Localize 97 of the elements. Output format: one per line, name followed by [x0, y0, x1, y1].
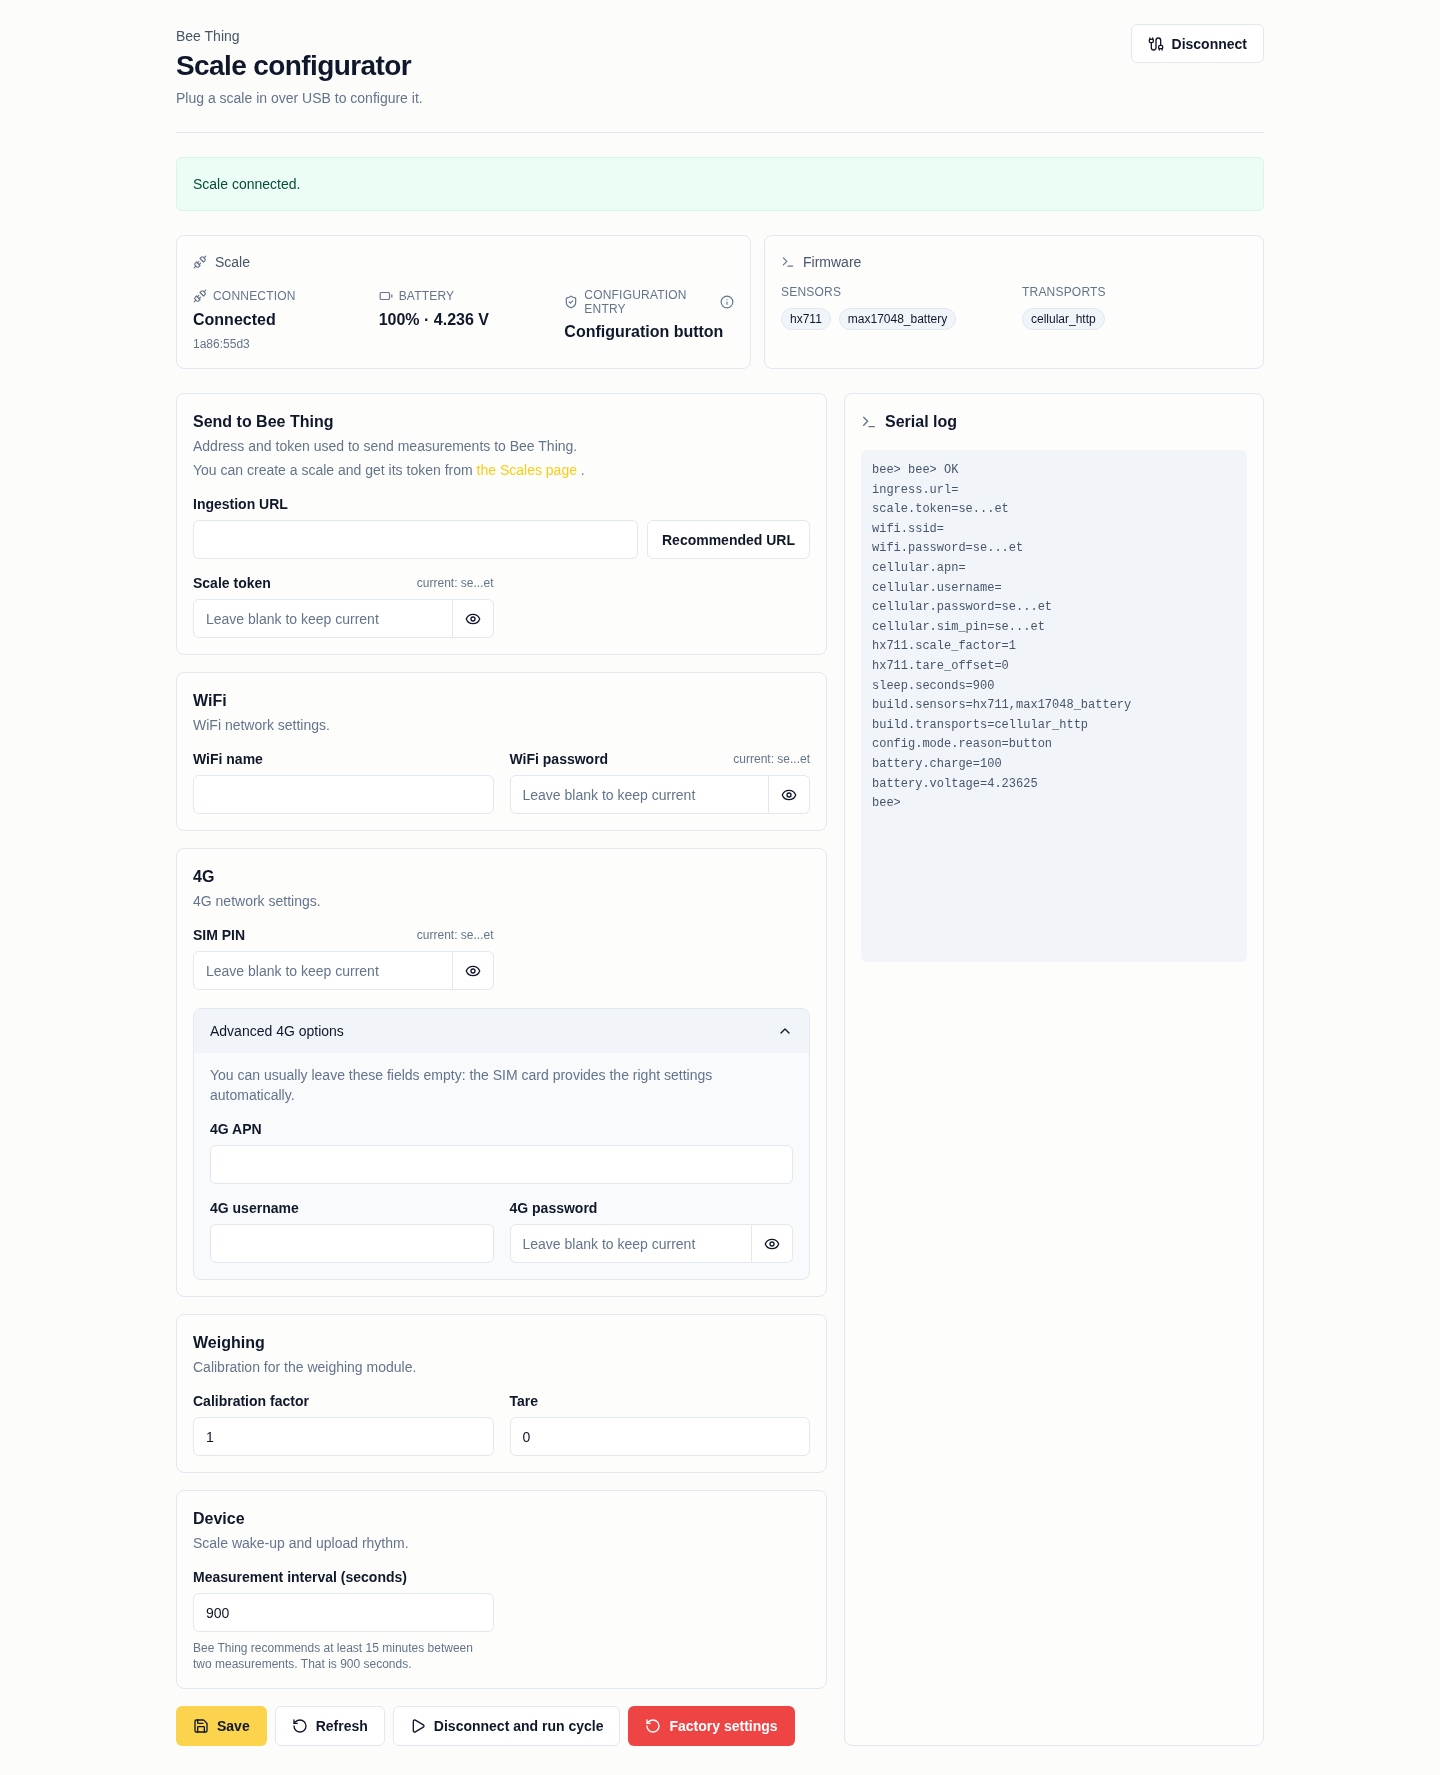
status-label: CONFIGURATION ENTRY	[584, 288, 688, 316]
url-field[interactable]	[193, 520, 638, 559]
current-value-hint: current: se...et	[733, 751, 810, 767]
refresh-icon	[291, 1718, 308, 1734]
save-icon	[193, 1718, 209, 1734]
terminal-icon	[781, 255, 795, 269]
status-value: Connected	[193, 310, 277, 330]
shield-check-icon	[564, 295, 579, 309]
log-line: scale.token=se...et	[872, 501, 1010, 519]
log-line: hx711.tare_offset=0	[872, 657, 1010, 675]
log-line: hx711.scale_factor=1	[872, 638, 1018, 656]
field-label: SIM PIN	[193, 926, 246, 945]
info-icon	[720, 295, 734, 309]
section-title: 4G	[193, 867, 216, 887]
log-line: cellular.sim_pin=se...et	[872, 618, 1046, 636]
app-name: Bee Thing	[176, 27, 241, 46]
field-label: 4G APN	[210, 1120, 262, 1139]
terminal-icon	[861, 414, 877, 430]
device-id: 1a86:55d3	[193, 336, 251, 352]
reveal-button[interactable]	[452, 951, 494, 990]
log-line: battery.charge=100	[872, 755, 1003, 773]
field-label: Calibration factor	[193, 1392, 309, 1411]
reveal-button[interactable]	[769, 775, 810, 814]
current-value-hint: current: se...et	[416, 575, 494, 591]
field-label: Tare	[509, 1392, 539, 1411]
advanced-note: You can usually leave these fields empty: the SIM card provides the right settings automatically.	[210, 1066, 714, 1105]
card-title: Firmware	[803, 253, 862, 272]
field-label: WiFi password	[509, 750, 609, 769]
section-title: Send to Bee Thing	[193, 412, 335, 432]
current-value-hint: current: se...et	[416, 927, 494, 943]
plug-icon	[193, 255, 207, 269]
log-line: config.mode.reason=button	[872, 736, 1054, 754]
log-line: battery.voltage=4.23625	[872, 775, 1039, 793]
plug-icon	[193, 289, 207, 303]
text-field[interactable]	[210, 1224, 494, 1263]
page-subtitle: Plug a scale in over USB to configure it.	[176, 89, 423, 108]
log-line: bee> bee> OK	[872, 462, 960, 479]
password-field[interactable]: Leave blank to keep current	[193, 951, 453, 990]
password-field[interactable]: Leave blank to keep current	[193, 599, 453, 638]
refresh-button[interactable]: Refresh	[274, 1706, 385, 1746]
help-text: Bee Thing recommends at least 15 minutes between two measurements. That is 900 seconds.	[193, 1640, 474, 1672]
field-label: Ingestion URL	[193, 495, 288, 514]
field-label: 4G username	[210, 1199, 299, 1218]
recommended-url-button[interactable]: Recommended URL	[647, 520, 810, 559]
field-label: Measurement interval (seconds)	[193, 1568, 407, 1587]
section-description: WiFi network settings.	[193, 716, 331, 735]
section-description: Scale wake-up and upload rhythm.	[193, 1534, 410, 1553]
status-label: CONNECTION	[213, 289, 297, 303]
group-label: SENSORS	[781, 284, 843, 300]
reset-icon	[645, 1718, 662, 1734]
factory-settings-button[interactable]: Factory settings	[628, 1706, 795, 1746]
log-line: ingress.url=	[872, 481, 960, 499]
reveal-button[interactable]	[752, 1224, 793, 1263]
disconnect-button[interactable]: Disconnect	[1130, 24, 1264, 63]
log-line: cellular.apn=	[872, 559, 967, 577]
run-cycle-button[interactable]: Disconnect and run cycle	[392, 1706, 621, 1746]
field-label: WiFi name	[193, 750, 263, 769]
section-description: Address and token used to send measurements to Bee Thing.	[193, 437, 579, 456]
log-line: build.sensors=hx711,max17048_battery	[872, 697, 1133, 715]
text-field[interactable]: 1	[193, 1417, 494, 1456]
save-button[interactable]: Save	[176, 1706, 267, 1746]
cable-icon	[1147, 35, 1164, 52]
section-description: Calibration for the weighing module.	[193, 1358, 418, 1377]
section-title: Weighing	[193, 1333, 266, 1353]
section-title: Device	[193, 1509, 246, 1529]
section-description: You can create a scale and get its token from the Scales page .	[193, 461, 586, 480]
firmware-tag: cellular_http	[1022, 308, 1105, 330]
log-line: cellular.password=se...et	[872, 599, 1054, 617]
password-field[interactable]: Leave blank to keep current	[509, 775, 769, 814]
log-line: sleep.seconds=900	[872, 677, 996, 695]
section-title: WiFi	[193, 691, 228, 711]
section-description: 4G network settings.	[193, 892, 322, 911]
card-title: Scale	[215, 253, 251, 272]
status-label: BATTERY	[398, 289, 456, 303]
text-field[interactable]	[193, 775, 494, 814]
text-field[interactable]	[210, 1145, 793, 1184]
log-line: build.transports=cellular_http	[872, 716, 1090, 734]
field-label: Scale token	[193, 574, 271, 593]
section-title: Serial log	[885, 412, 958, 432]
page-title: Scale configurator	[176, 49, 413, 83]
text-field[interactable]: 0	[509, 1417, 810, 1456]
reveal-button[interactable]	[452, 599, 494, 638]
log-line: cellular.username=	[872, 579, 1003, 597]
password-field[interactable]: Leave blank to keep current	[509, 1224, 752, 1263]
field-label: 4G password	[509, 1199, 598, 1218]
log-line: wifi.password=se...et	[872, 540, 1025, 558]
log-line: wifi.ssid=	[872, 520, 945, 538]
firmware-tag: hx711	[781, 308, 831, 330]
status-value: 100% · 4.236 V	[378, 310, 490, 330]
status-alert: Scale connected.	[176, 157, 1264, 211]
firmware-tag: max17048_battery	[838, 308, 957, 330]
battery-icon	[378, 289, 393, 303]
text-field[interactable]: 900	[193, 1593, 494, 1632]
status-value: Configuration button	[564, 322, 725, 342]
log-line: bee>	[872, 795, 902, 813]
advanced-options-toggle[interactable]: Advanced 4G options	[194, 1009, 809, 1053]
group-label: TRANSPORTS	[1022, 284, 1107, 300]
